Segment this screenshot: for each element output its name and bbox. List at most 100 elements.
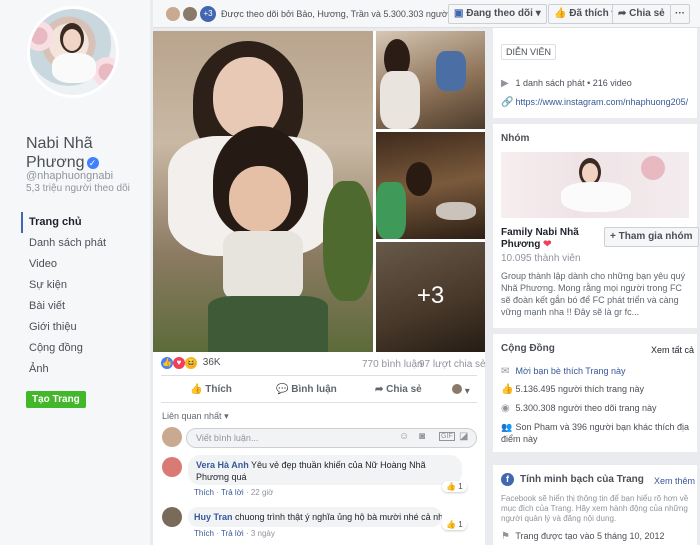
more-photos-tile[interactable]: +3 [376, 242, 485, 352]
join-group-button[interactable]: + Tham gia nhóm [604, 227, 699, 247]
like-button[interactable]: 👍 Thích [190, 384, 232, 395]
group-description: Group thành lập dành cho những bạn yêu q… [501, 271, 686, 317]
post-as-selector[interactable]: ▾ [452, 384, 470, 397]
group-members: 10.095 thành viên [501, 253, 581, 264]
transparency-text: Facebook sẽ hiển thị thông tin để bạn hi… [501, 494, 689, 523]
like-reaction-icon: 👍 [161, 357, 173, 369]
category-badge[interactable]: DIỄN VIÊN [501, 44, 557, 60]
love-reaction-icon: ♥ [173, 357, 185, 369]
group-name[interactable]: Family Nabi Nhã Phương ❤ [501, 227, 601, 251]
invite-friends-link[interactable]: ✉ Mời bạn bè thích Trang này [501, 366, 625, 377]
comment-reply-link[interactable]: Trả lời [221, 488, 244, 497]
comment-time[interactable]: 3 ngày [251, 529, 275, 538]
chevron-down-icon: ▾ [535, 8, 541, 19]
reaction-summary[interactable]: 👍 ♥ 😆 36K [161, 357, 221, 369]
comment-bubble: Vera Hà Anh Yêu vẻ đẹp thuần khiến của N… [188, 455, 462, 485]
comment-icon: 💬 [276, 384, 289, 395]
camera-icon[interactable]: ◙ [419, 431, 425, 442]
comment-button[interactable]: 💬 Bình luận [276, 384, 337, 395]
profile-avatar[interactable] [27, 6, 119, 98]
main-photo[interactable] [153, 31, 373, 352]
page-follows: ◉ 5.300.308 người theo dõi trang này [501, 403, 657, 414]
link-icon: 🔗 [501, 97, 514, 108]
avatar [162, 427, 182, 447]
comment-like-link[interactable]: Thích [194, 529, 214, 538]
comment-sort[interactable]: Liên quan nhất ▾ [162, 411, 229, 422]
community-heading: Cộng Đồng [501, 343, 555, 354]
nav-item-videos[interactable]: Video [21, 254, 143, 275]
comment-count[interactable]: 770 bình luận [362, 359, 423, 370]
see-all-link[interactable]: Xem tất cả [651, 345, 694, 355]
nav-item-home[interactable]: Trang chủ [21, 212, 143, 233]
photo-grid: +3 [153, 31, 485, 352]
share-icon: ➦ [375, 384, 384, 395]
see-more-link[interactable]: Xem thêm [654, 476, 695, 486]
nav-item-photos[interactable]: Ảnh [21, 359, 143, 380]
photo-thumb[interactable] [376, 132, 485, 239]
photo-thumb[interactable] [376, 31, 485, 129]
comment-time[interactable]: 22 giờ [251, 488, 274, 497]
avatar[interactable] [162, 507, 182, 527]
comment-bubble: Huy Tran chuong trình thật ý nghĩa ủng h… [188, 507, 442, 527]
chevron-down-icon: ▾ [464, 386, 470, 397]
haha-reaction-icon: 😆 [185, 357, 197, 369]
share-button[interactable]: ➦ Chia sẻ [375, 384, 422, 395]
comment-author[interactable]: Huy Tran [194, 512, 233, 522]
nav-item-community[interactable]: Cộng đồng [21, 338, 143, 359]
avatar [452, 384, 462, 394]
nav-item-about[interactable]: Giới thiệu [21, 317, 143, 338]
facebook-icon: f [501, 473, 514, 486]
thumbs-up-icon: 👍 [190, 384, 203, 395]
comment-like-count: 👍 1 [442, 481, 467, 492]
comment-author[interactable]: Vera Hà Anh [196, 460, 249, 470]
like-reaction-icon: 👍 [446, 482, 456, 491]
like-reaction-icon: 👍 [446, 520, 456, 529]
comment-actions: Thích · Trả lời · 22 giờ [194, 488, 274, 497]
heart-icon: ❤ [543, 239, 552, 250]
more-friends-badge[interactable]: +3 [200, 6, 216, 22]
ellipsis-icon: ··· [675, 8, 685, 19]
comment-reply-link[interactable]: Trả lời [221, 529, 244, 538]
comment-like-count: 👍 1 [442, 519, 467, 530]
avatar[interactable] [162, 457, 182, 477]
instagram-link[interactable]: 🔗 https://www.instagram.com/nhaphuong205… [501, 97, 688, 108]
invite-icon: ✉ [501, 366, 510, 377]
following-button[interactable]: ▣ Đang theo dõi ▾ [448, 4, 547, 24]
followed-by-text: Được theo dõi bởi Bảo, Hương, Trần và 5.… [221, 9, 472, 19]
play-icon: ▶ [501, 78, 509, 89]
nav-item-playlists[interactable]: Danh sách phát [21, 233, 143, 254]
friends-like: 👥 Son Pham và 396 người bạn khác thích đ… [501, 422, 690, 444]
chevron-down-icon: ▾ [224, 411, 229, 421]
group-cover-photo[interactable] [501, 152, 689, 218]
friends-icon: 👥 [501, 422, 513, 432]
comment-like-link[interactable]: Thích [194, 488, 214, 497]
divider [161, 402, 477, 403]
more-options-button[interactable]: ··· [670, 4, 690, 24]
nav-item-events[interactable]: Sự kiện [21, 275, 143, 296]
playlist-info[interactable]: ▶ 1 danh sách phát • 216 video [501, 78, 632, 89]
page-likes: 👍 5.136.495 người thích trang này [501, 384, 645, 395]
gif-icon[interactable]: GIF [439, 432, 455, 441]
more-photos-count: +3 [416, 282, 445, 309]
page-handle: @nhaphuongnabi [26, 170, 114, 182]
friend-avatar[interactable] [166, 7, 180, 21]
emoji-icon[interactable]: ☺ [399, 431, 409, 442]
flag-icon: ⚑ [501, 531, 510, 542]
sticker-icon[interactable]: ◪ [459, 431, 468, 442]
create-page-button[interactable]: Tạo Trang [26, 391, 86, 408]
thumbs-up-icon: 👍 [501, 384, 514, 395]
verified-icon: ✓ [86, 157, 99, 169]
nav-item-posts[interactable]: Bài viết [21, 296, 143, 317]
follow-icon: ▣ [454, 8, 464, 19]
followers-count: 5,3 triệu người theo dõi [26, 183, 130, 194]
page-created: ⚑ Trang được tạo vào 5 tháng 10, 2012 [501, 531, 665, 542]
friend-avatar[interactable] [183, 7, 197, 21]
group-heading: Nhóm [501, 133, 530, 144]
page-title: Nabi Nhã Phương ✓ [26, 134, 146, 172]
page-nav: Trang chủ Danh sách phát Video Sự kiện B… [21, 212, 143, 380]
comment-input[interactable]: Viết bình luận... ☺ ◙ GIF ◪ [186, 428, 477, 448]
comment-actions: Thích · Trả lời · 3 ngày [194, 529, 275, 538]
share-page-button[interactable]: ➦ Chia sẻ [612, 4, 671, 24]
divider [161, 375, 477, 376]
share-count[interactable]: 97 lượt chia sẻ [419, 359, 486, 370]
